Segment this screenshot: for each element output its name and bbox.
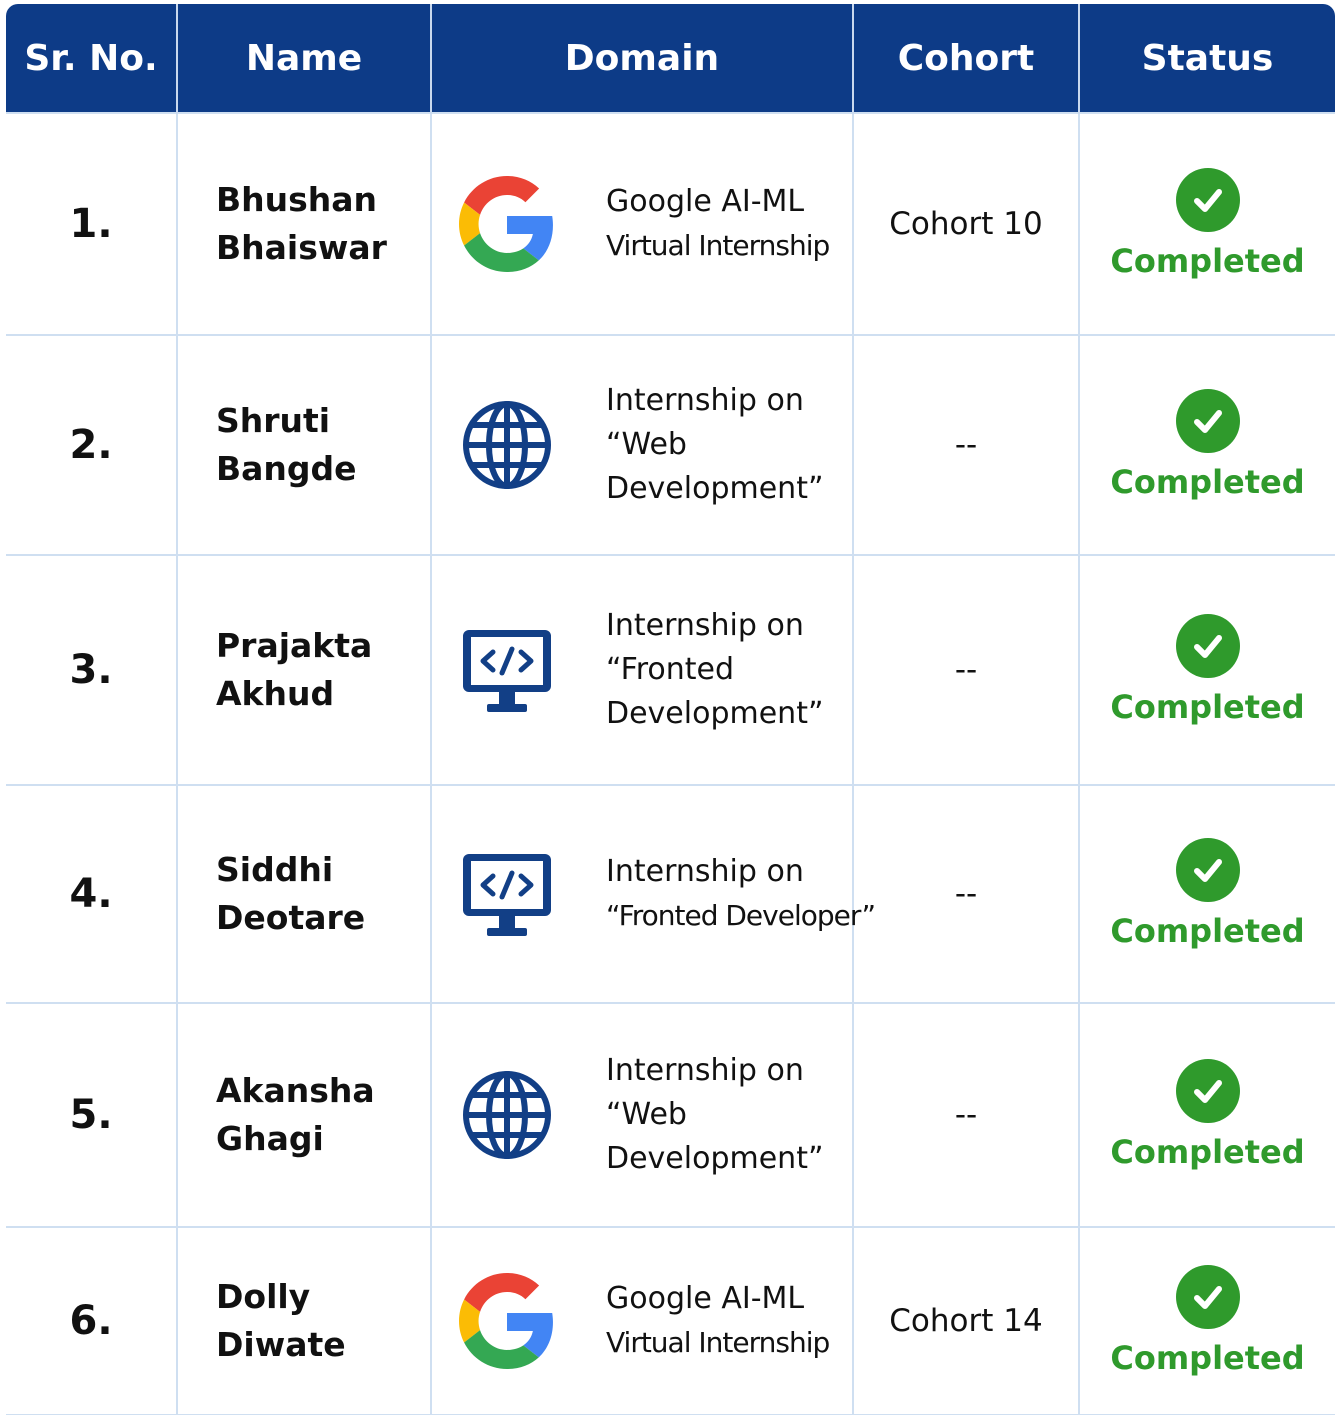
cohort-cell: -- xyxy=(852,334,1080,556)
name-line: Bhaiswar xyxy=(216,228,387,267)
domain-line: Internship on xyxy=(606,1053,804,1088)
header-domain: Domain xyxy=(430,4,853,113)
check-circle-icon xyxy=(1175,389,1240,453)
domain-text: Google AI-ML Virtual Internship xyxy=(606,1277,830,1365)
domain-line: Development” xyxy=(606,471,824,506)
name-line: Deotare xyxy=(216,898,366,937)
domain-line: “Web xyxy=(606,427,687,462)
domain-line: Google AI-ML xyxy=(606,184,805,219)
domain-line: Google AI-ML xyxy=(606,1281,805,1316)
table-row: 4. Siddhi Deotare Internship on “Fronted D… xyxy=(6,784,1335,1004)
name-cell: Prajakta Akhud xyxy=(176,554,432,786)
sr-no-cell: 4. xyxy=(6,784,178,1004)
domain-text: Internship on “Web Development” xyxy=(606,379,824,511)
name-line: Akhud xyxy=(216,674,335,713)
domain-cell: Internship on “Web Development” xyxy=(430,1002,854,1228)
domain-text: Internship on “Web Development” xyxy=(606,1049,824,1181)
sr-no-cell: 3. xyxy=(6,554,178,786)
sr-no-cell: 6. xyxy=(6,1226,178,1415)
status-cell: Completed xyxy=(1078,1002,1335,1228)
domain-cell: Internship on “Fronted Developer” xyxy=(430,784,876,1004)
header-name: Name xyxy=(176,4,431,113)
domain-line: Development” xyxy=(606,696,824,731)
name-line: Shruti xyxy=(216,401,331,440)
domain-line: Virtual Internship xyxy=(606,1326,830,1359)
table-row: 6. Dolly Diwate Google AI-ML Virtual Inter… xyxy=(6,1226,1335,1415)
domain-text: Google AI-ML Virtual Internship xyxy=(606,180,830,268)
name-line: Dolly xyxy=(216,1277,311,1316)
status-label: Completed xyxy=(1110,1339,1305,1377)
table-header-row: Sr. No. Name Domain Cohort Status xyxy=(6,4,1335,113)
domain-line: “Fronted xyxy=(606,652,734,687)
domain-cell: Internship on “Web Development” xyxy=(430,334,854,556)
internship-table-container: Sr. No. Name Domain Cohort Status 1. Bhu… xyxy=(6,4,1335,1415)
domain-line: Development” xyxy=(606,1141,824,1176)
domain-text: Internship on “Fronted Developer” xyxy=(606,850,876,938)
sr-no-cell: 1. xyxy=(6,112,178,336)
header-status: Status xyxy=(1078,4,1335,113)
name-line: Prajakta xyxy=(216,626,373,665)
status-label: Completed xyxy=(1110,912,1305,950)
name-cell: Bhushan Bhaiswar xyxy=(176,112,432,336)
check-circle-icon xyxy=(1175,1265,1240,1329)
code-monitor-icon xyxy=(458,845,556,943)
cohort-cell: -- xyxy=(852,784,1080,1004)
cohort-cell: Cohort 14 xyxy=(852,1226,1080,1415)
table-row: 3. Prajakta Akhud Internship on “Fronted De… xyxy=(6,554,1335,786)
cohort-cell: -- xyxy=(852,1002,1080,1228)
cohort-cell: Cohort 10 xyxy=(852,112,1080,336)
table-row: 5. Akansha Ghagi Internship on “Web Develop… xyxy=(6,1002,1335,1228)
header-sr-no: Sr. No. xyxy=(6,4,177,113)
name-line: Bangde xyxy=(216,449,357,488)
sr-no-cell: 2. xyxy=(6,334,178,556)
domain-line: Internship on xyxy=(606,383,804,418)
status-label: Completed xyxy=(1110,463,1305,501)
check-circle-icon xyxy=(1175,838,1240,902)
code-monitor-icon xyxy=(458,621,556,719)
table-row: 2. Shruti Bangde Internship on “Web Develop… xyxy=(6,334,1335,556)
domain-line: “Fronted Developer” xyxy=(606,899,876,932)
status-label: Completed xyxy=(1110,242,1305,280)
status-cell: Completed xyxy=(1078,1226,1335,1415)
domain-text: Internship on “Fronted Development” xyxy=(606,604,824,736)
status-cell: Completed xyxy=(1078,784,1335,1004)
sr-no-cell: 5. xyxy=(6,1002,178,1228)
status-label: Completed xyxy=(1110,688,1305,726)
name-cell: Siddhi Deotare xyxy=(176,784,432,1004)
status-label: Completed xyxy=(1110,1133,1305,1171)
domain-cell: Internship on “Fronted Development” xyxy=(430,554,854,786)
domain-cell: Google AI-ML Virtual Internship xyxy=(430,1226,854,1415)
status-cell: Completed xyxy=(1078,112,1335,336)
globe-icon xyxy=(458,1066,556,1164)
globe-icon xyxy=(458,396,556,494)
domain-line: Internship on xyxy=(606,608,804,643)
cohort-cell: -- xyxy=(852,554,1080,786)
check-circle-icon xyxy=(1175,614,1240,678)
table-row: 1. Bhushan Bhaiswar Google AI-ML Virtual I… xyxy=(6,112,1335,336)
check-circle-icon xyxy=(1175,168,1240,232)
domain-line: Virtual Internship xyxy=(606,229,830,262)
name-line: Bhushan xyxy=(216,180,378,219)
domain-line: Internship on xyxy=(606,854,804,889)
name-line: Diwate xyxy=(216,1325,346,1364)
name-cell: Akansha Ghagi xyxy=(176,1002,432,1228)
header-cohort: Cohort xyxy=(852,4,1079,113)
name-line: Akansha xyxy=(216,1071,375,1110)
name-cell: Dolly Diwate xyxy=(176,1226,432,1415)
name-line: Ghagi xyxy=(216,1119,324,1158)
domain-cell: Google AI-ML Virtual Internship xyxy=(430,112,854,336)
google-icon xyxy=(458,175,556,273)
name-line: Siddhi xyxy=(216,850,334,889)
status-cell: Completed xyxy=(1078,554,1335,786)
name-cell: Shruti Bangde xyxy=(176,334,432,556)
status-cell: Completed xyxy=(1078,334,1335,556)
google-icon xyxy=(458,1272,556,1370)
check-circle-icon xyxy=(1175,1059,1240,1123)
domain-line: “Web xyxy=(606,1097,687,1132)
internship-table: Sr. No. Name Domain Cohort Status 1. Bhu… xyxy=(6,4,1335,1415)
